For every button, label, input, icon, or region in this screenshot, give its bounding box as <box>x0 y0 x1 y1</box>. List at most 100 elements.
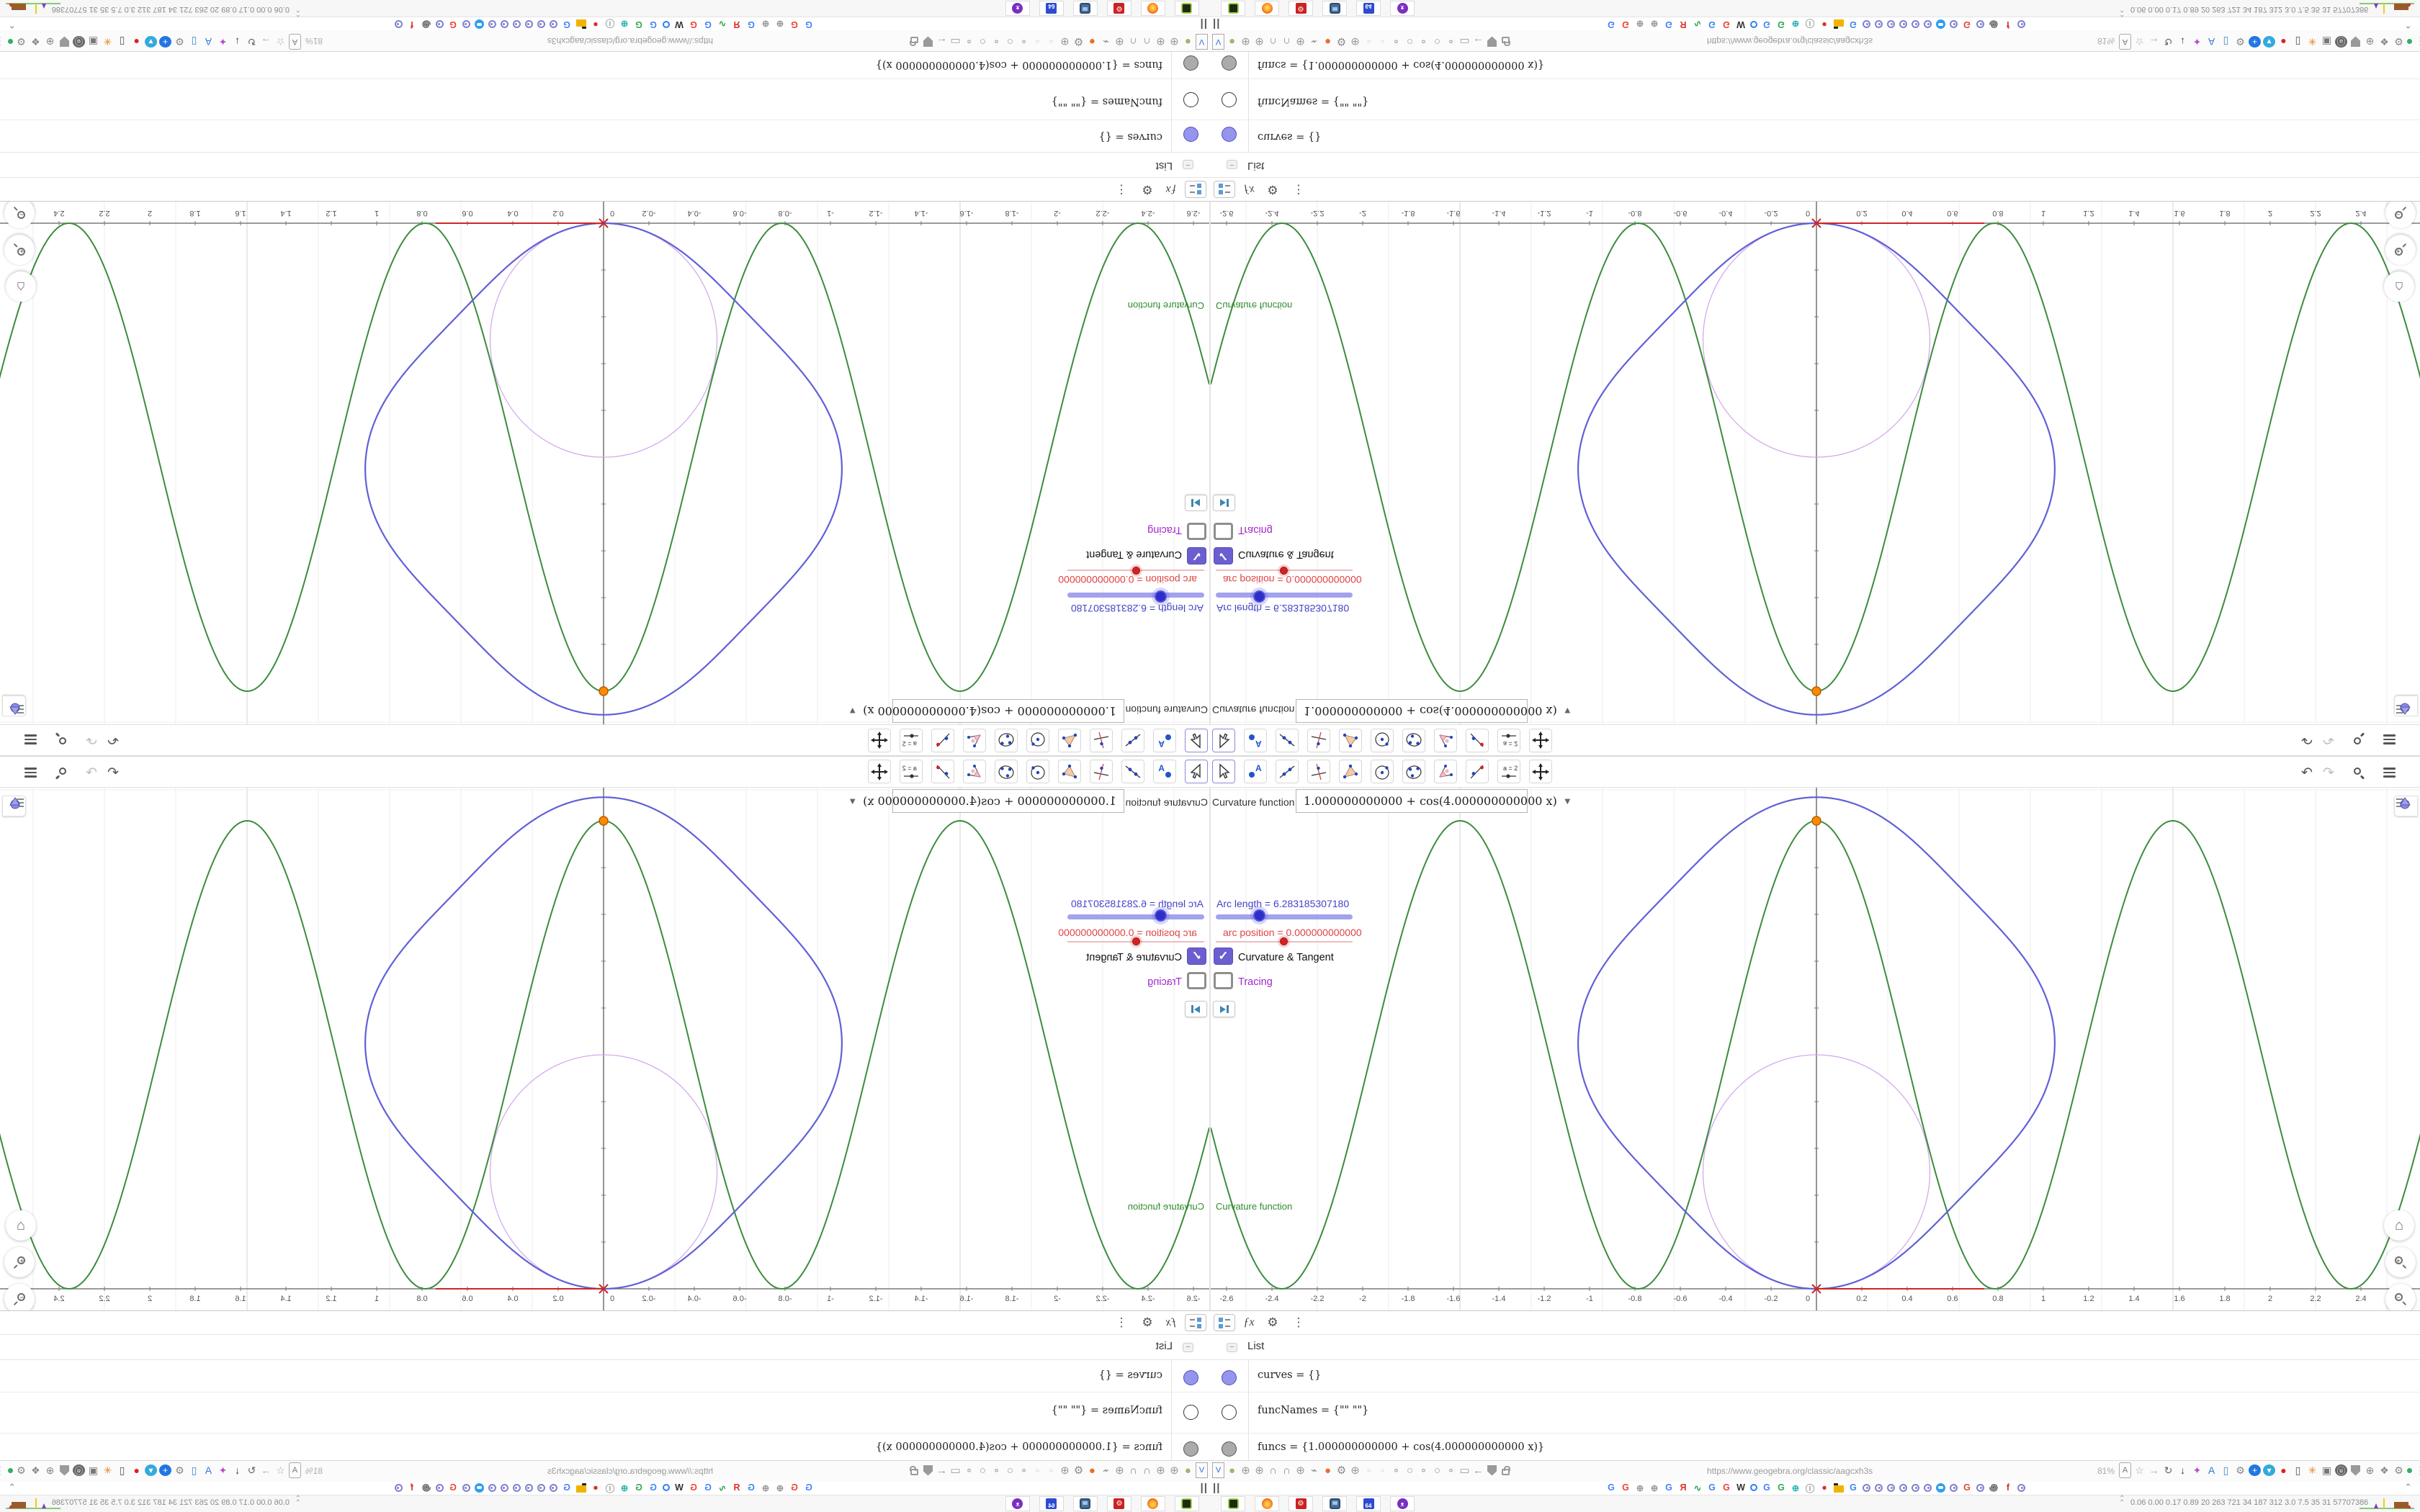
ggb-favicon[interactable] <box>1912 1483 1919 1492</box>
taskbar-app-firefox[interactable] <box>1255 1496 1279 1511</box>
zoom-out-button[interactable]: − <box>2385 1284 2416 1314</box>
graphics-view[interactable]: -2.6 -2.4 -2.2 -2 -1.8 -1.6 -1.4 -1.2 -1 -0.8 -0.6… <box>0 198 1210 724</box>
taskbar-app-floppy-64[interactable]: 64 <box>1356 1 1381 16</box>
tool-move-button[interactable] <box>1212 729 1235 752</box>
browser-icon[interactable]: ✦ <box>217 34 229 50</box>
zoom-out-button[interactable]: − <box>4 198 35 228</box>
ggb-favicon[interactable] <box>462 20 470 29</box>
browser-icon[interactable]: ▾ <box>145 36 157 48</box>
browser-icon[interactable]: ⊕ <box>1240 1462 1252 1478</box>
graphics-style-button[interactable] <box>2 796 26 816</box>
tab-favicon[interactable]: ⓘ <box>1805 1482 1815 1494</box>
browser-icon[interactable]: → <box>2148 1462 2160 1478</box>
arc-length-slider-knob[interactable] <box>1155 909 1167 922</box>
algebra-row-funcnames[interactable]: funcNames = {"" ""} <box>1210 1392 2420 1434</box>
browser-icon[interactable]: ⊕ <box>1168 34 1180 50</box>
visibility-dot-funcs[interactable] <box>1183 1441 1198 1457</box>
browser-icon[interactable]: ↻ <box>246 1462 258 1478</box>
browser-icon[interactable]: ← <box>1472 1462 1484 1478</box>
taskbar-app-screenshot-monitor[interactable] <box>1073 1496 1098 1511</box>
algebra-row-funcs[interactable]: funcs = {1.000000000000 + cos(4.00000000… <box>1210 1434 2420 1461</box>
tool-line-button[interactable] <box>1276 729 1299 752</box>
algebra-row-funcnames[interactable]: funcNames = {"" ""} <box>0 1392 1210 1434</box>
taskbar-app-cat-purple[interactable]: ᴥ <box>1005 1496 1030 1511</box>
browser-icon[interactable]: ⓤ <box>2335 36 2347 48</box>
browser-icon[interactable]: ⌁ <box>1308 1462 1320 1478</box>
taskbar-app-terminal-vm[interactable] <box>1175 1 1199 16</box>
browser-icon[interactable]: V <box>1196 1462 1208 1478</box>
tab-favicon[interactable]: ⓘ <box>605 1482 615 1494</box>
browser-icon[interactable]: ❖ <box>2378 34 2390 50</box>
folder-favicon[interactable] <box>1834 19 1844 27</box>
algebra-settings-button[interactable]: ⚙ <box>1137 181 1158 198</box>
tab-favicon[interactable]: W <box>1736 19 1746 30</box>
browser-icon[interactable]: ○ <box>977 1462 989 1478</box>
taskbar-app-cat-purple[interactable]: ᴥ <box>1005 1 1030 16</box>
ggb-favicon[interactable] <box>537 1483 545 1492</box>
browser-icon[interactable]: ▣ <box>2321 1462 2333 1478</box>
tab-favicon[interactable]: ∿ <box>717 1482 727 1493</box>
browser-icon[interactable]: ● <box>1226 34 1238 50</box>
algebra-more-button[interactable]: ⋮ <box>1288 181 1309 198</box>
folder-favicon[interactable] <box>1834 1482 1844 1493</box>
tab-favicon[interactable]: G <box>1721 1482 1731 1493</box>
browser-icon[interactable]: ∘ <box>1445 1462 1457 1478</box>
ggb-favicon[interactable] <box>462 1483 470 1492</box>
undo-button[interactable]: ↶ <box>102 763 124 782</box>
visibility-dot-curves[interactable] <box>1222 127 1237 142</box>
browser-icon[interactable]: ● <box>1182 34 1194 50</box>
tab-favicon[interactable]: ꩜ <box>1989 1482 1999 1493</box>
collapse-group-button[interactable]: − <box>1227 160 1237 169</box>
chevron-up-icon[interactable]: ⌃ <box>8 1482 16 1493</box>
taskbar-app-firefox[interactable] <box>1255 1 1279 16</box>
shield-icon[interactable] <box>1486 1462 1498 1478</box>
algebra-row-funcs[interactable]: funcs = {1.000000000000 + cos(4.00000000… <box>0 51 1210 78</box>
browser-icon[interactable]: ⚙ <box>2234 34 2246 50</box>
taskbar-app-settings-red[interactable]: ⚙ <box>1289 1 1313 16</box>
tab-favicon[interactable]: G <box>448 1482 458 1493</box>
tab-favicon[interactable]: G <box>1721 19 1731 30</box>
taskbar-app-screenshot-monitor[interactable] <box>1322 1 1347 16</box>
chat-favicon[interactable] <box>1936 19 1945 30</box>
browser-icon[interactable]: ← <box>1472 34 1484 50</box>
browser-icon[interactable]: ∩ <box>1281 1462 1293 1478</box>
curvature-function-dropdown[interactable]: 1.000000000000 + cos(4.000000000000 x) ▼ <box>848 789 1124 813</box>
tab-favicon[interactable]: ⊕ <box>1649 19 1659 30</box>
browser-icon[interactable]: ∘ <box>1390 34 1402 50</box>
tool-point-button[interactable]: A <box>1153 729 1176 752</box>
ring-favicon[interactable] <box>1750 1484 1757 1491</box>
ggb-favicon[interactable] <box>2017 1483 2025 1492</box>
browser-icon[interactable]: ● <box>130 34 143 50</box>
ring-favicon[interactable] <box>663 1484 670 1491</box>
input-help-button[interactable]: ƒx <box>1160 1314 1182 1331</box>
ggb-favicon[interactable] <box>1950 1483 1958 1492</box>
browser-icon[interactable]: ⊕ <box>1294 34 1307 50</box>
tab-favicon[interactable]: G <box>1621 1482 1631 1493</box>
browser-icon[interactable]: ▫ <box>1376 1462 1389 1478</box>
browser-icon[interactable]: ❖ <box>30 34 42 50</box>
visibility-dot-funcs[interactable] <box>1222 1441 1237 1457</box>
browser-icon[interactable]: ✦ <box>2191 34 2203 50</box>
tab-favicon[interactable]: ∿ <box>1693 1482 1703 1493</box>
browser-icon[interactable]: ▭ <box>949 1462 962 1478</box>
browser-icon[interactable]: ✳ <box>102 1462 114 1478</box>
tool-reflect-button[interactable] <box>931 729 954 752</box>
browser-icon[interactable]: ↓ <box>2177 1462 2189 1478</box>
browser-icon[interactable]: A <box>2205 1462 2218 1478</box>
browser-icon[interactable]: ↓ <box>231 34 243 50</box>
tool-move-button[interactable] <box>1212 760 1235 783</box>
browser-icon[interactable]: A <box>289 34 301 50</box>
browser-icon[interactable]: + <box>2249 1464 2261 1476</box>
browser-icon[interactable]: ⊕ <box>2364 34 2376 50</box>
browser-icon[interactable]: ⚙ <box>1335 1462 1348 1478</box>
curvature-function-dropdown[interactable]: 1.000000000000 + cos(4.000000000000 x) ▼ <box>1296 699 1572 723</box>
tracing-checkbox[interactable] <box>1187 523 1206 540</box>
browser-icon[interactable]: ⊕ <box>1113 1462 1126 1478</box>
taskbar-app-screenshot-monitor[interactable] <box>1322 1496 1347 1511</box>
play-pause-button[interactable] <box>1185 1001 1207 1017</box>
tab-favicon[interactable]: ⊕ <box>775 1482 785 1493</box>
sort-by-type-button[interactable] <box>1214 181 1235 198</box>
tab-favicon[interactable]: G <box>804 19 814 30</box>
tab-favicon[interactable]: G <box>746 19 756 30</box>
algebra-settings-button[interactable]: ⚙ <box>1137 1314 1158 1331</box>
